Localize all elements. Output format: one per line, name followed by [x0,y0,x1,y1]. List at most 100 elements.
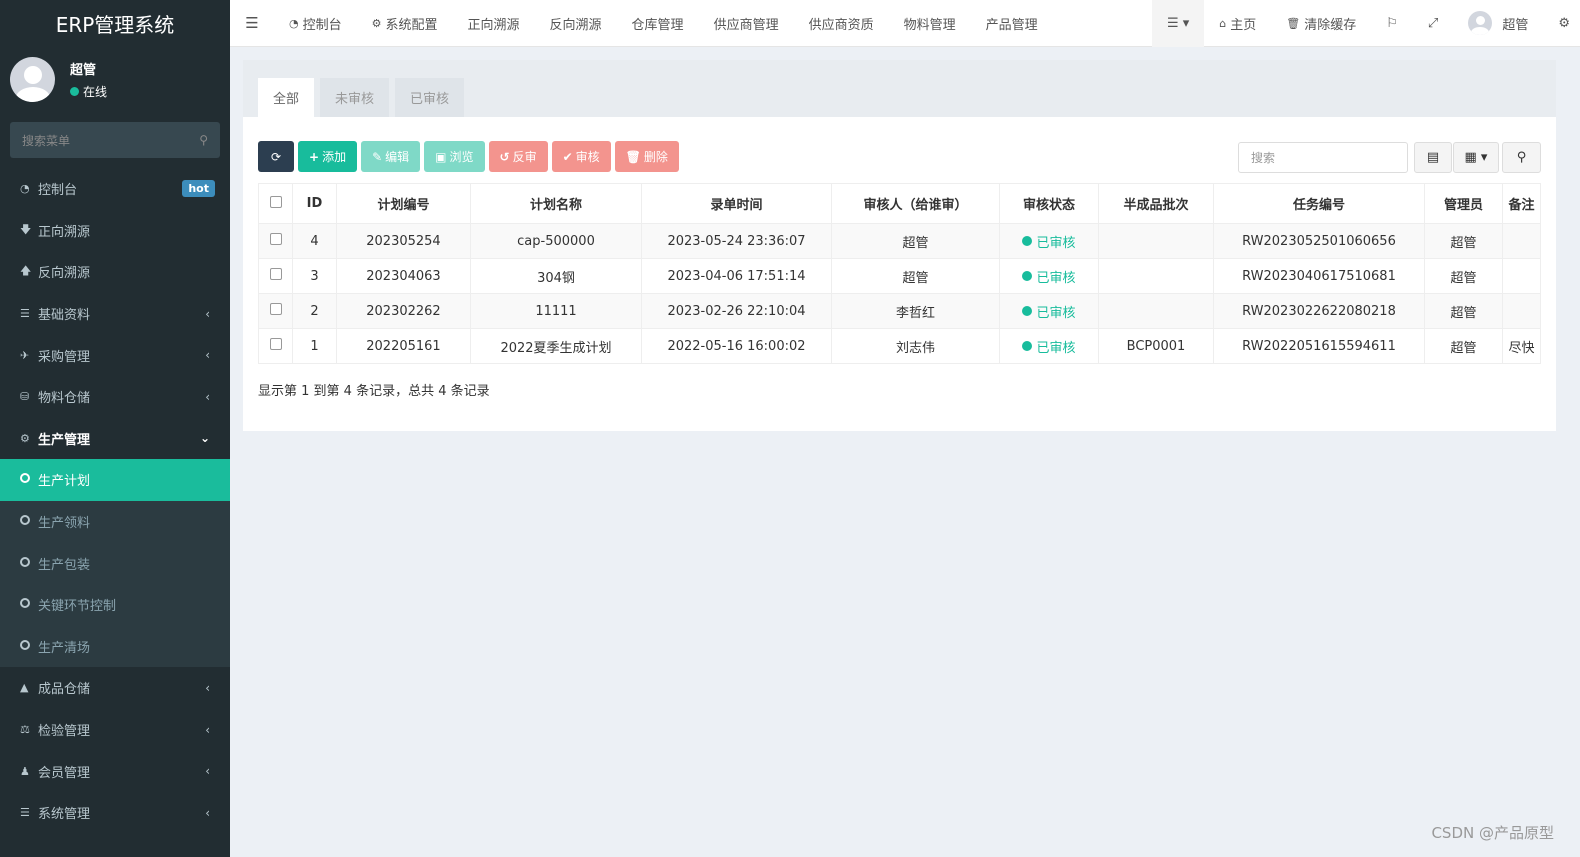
cell-plan-code: 202304063 [336,258,471,294]
sidebar-item-key-control[interactable]: 关键环节控制 [0,583,230,626]
col-audit-status[interactable]: 审核状态 [999,183,1099,224]
cell-entry-time: 2022-05-16 16:00:02 [641,328,832,364]
topnav-supplier-qualification[interactable]: 供应商资质 [794,14,889,33]
topnav-reverse-trace[interactable]: 反向溯源 [535,14,617,33]
sidebar-item-dashboard[interactable]: ◔ 控制台 hot [0,168,230,210]
tab-audited[interactable]: 已审核 [395,78,465,117]
gear-icon: ⚙ [371,16,382,30]
user-icon: ♟ [20,764,30,778]
delete-button[interactable]: 🗑 删除 [614,141,679,172]
col-plan-name[interactable]: 计划名称 [470,183,642,224]
sidebar-item-purchase[interactable]: ✈ 采购管理 ‹ [0,334,230,376]
user-panel: 超管 在线 [0,47,230,112]
content-panel: 全部 未审核 已审核 ⟳ + 添加 ✎ 编辑 ▣ 浏览 ↺ 反审 ✔ 审核 🗑 删除 搜索 … [243,60,1556,431]
sidebar-item-material-pick[interactable]: 生产领料 [0,500,230,543]
cell-entry-time: 2023-02-26 22:10:04 [641,293,832,329]
select-all-checkbox[interactable] [258,183,293,224]
columns-dropdown[interactable]: ▦ ▾ [1453,142,1499,173]
circle-icon [20,515,38,528]
cell-auditor: 超管 [831,258,1000,294]
col-batch[interactable]: 半成品批次 [1098,183,1214,224]
topnav-product[interactable]: 产品管理 [971,14,1053,33]
cell-id: 4 [292,223,337,259]
circle-icon [20,639,38,653]
sidebar-item-inspection[interactable]: ⚖ 检验管理 ‹ [0,709,230,751]
user-status: 在线 [70,83,107,100]
row-checkbox[interactable] [258,328,293,364]
sidebar-item-clearance[interactable]: 生产清场 [0,625,230,668]
menu-toggle-icon[interactable]: ☰ [230,14,274,32]
toolbar: ⟳ + 添加 ✎ 编辑 ▣ 浏览 ↺ 反审 ✔ 审核 🗑 删除 [258,141,683,172]
gears-icon: ⚙ [20,431,30,445]
sidebar-item-production-plan[interactable]: 生产计划 [0,459,230,501]
unaudit-button[interactable]: ↺ 反审 [488,141,548,172]
sidebar-search-input[interactable]: 搜索菜单 ⚲ [10,122,220,158]
edit-button[interactable]: ✎ 编辑 [361,141,421,172]
table-row[interactable]: 1 202205161 2022夏季生成计划 2022-05-16 16:00:… [258,328,1541,364]
sidebar-item-reverse-trace[interactable]: 🡅 反向溯源 [0,251,230,293]
table-row[interactable]: 2 202302262 11111 2023-02-26 22:10:04 李哲… [258,293,1541,329]
toggle-view-button[interactable]: ▤ [1414,142,1452,173]
sidebar-item-material-storage[interactable]: ⛁ 物料仓储 ‹ [0,376,230,418]
topnav-system-config[interactable]: ⚙ 系统配置 [357,14,453,33]
tab-all[interactable]: 全部 [258,78,315,117]
avatar [10,57,55,102]
browse-button[interactable]: ▣ 浏览 [424,141,485,172]
cell-audit-status: 已审核 [999,293,1099,329]
topnav-warehouse[interactable]: 仓库管理 [617,14,699,33]
cell-admin: 超管 [1424,258,1503,294]
col-id[interactable]: ID [292,183,337,224]
plane-icon: ✈ [20,348,30,362]
refresh-button[interactable]: ⟳ [258,141,294,172]
table-row[interactable]: 3 202304063 304钢 2023-04-06 17:51:14 超管 … [258,258,1541,294]
topnav-supplier[interactable]: 供应商管理 [699,14,794,33]
table-search-input[interactable]: 搜索 [1238,142,1408,173]
audit-button[interactable]: ✔ 审核 [551,141,611,172]
cell-task-code: RW2023022622080218 [1213,293,1425,329]
tab-unaudited[interactable]: 未审核 [320,78,390,117]
col-task-code[interactable]: 任务编号 [1213,183,1425,224]
row-checkbox[interactable] [258,293,293,329]
fullscreen-icon[interactable]: ⤢ [1413,0,1453,47]
language-icon[interactable]: ⚐ [1371,0,1413,47]
col-remark[interactable]: 备注 [1502,183,1541,224]
sidebar-item-forward-trace[interactable]: 🡇 正向溯源 [0,210,230,252]
col-auditor[interactable]: 审核人（给谁审） [831,183,1000,224]
trash-icon: 🗑 [1286,16,1301,30]
col-admin[interactable]: 管理员 [1424,183,1503,224]
settings-icon[interactable]: ⚙ [1543,0,1580,47]
home-link[interactable]: ⌂ 主页 [1204,0,1271,47]
circle-icon [20,473,38,486]
cell-remark [1502,223,1541,259]
search-button[interactable]: ⚲ [1502,142,1541,173]
row-checkbox[interactable] [258,223,293,259]
list-icon: ☰ ▾ [1166,15,1190,31]
sidebar-item-system[interactable]: ☰ 系统管理 ‹ [0,792,230,834]
col-plan-code[interactable]: 计划编号 [336,183,471,224]
sidebar-item-finished-storage[interactable]: ▲ 成品仓储 ‹ [0,667,230,709]
app-logo[interactable]: ERP管理系统 [0,0,230,47]
sidebar-item-members[interactable]: ♟ 会员管理 ‹ [0,750,230,792]
topnav-dashboard[interactable]: ◔ 控制台 [274,14,357,33]
topnav-material[interactable]: 物料管理 [889,14,971,33]
col-entry-time[interactable]: 录单时间 [641,183,832,224]
topnav-forward-trace[interactable]: 正向溯源 [453,14,535,33]
cell-admin: 超管 [1424,223,1503,259]
search-icon[interactable]: ⚲ [199,133,208,147]
sidebar-item-packaging[interactable]: 生产包装 [0,542,230,584]
sidebar-item-basic-data[interactable]: ☰ 基础资料 ‹ [0,293,230,335]
cell-id: 3 [292,258,337,294]
cell-plan-code: 202302262 [336,293,471,329]
list-icon: ☰ [20,806,30,820]
table-row[interactable]: 4 202305254 cap-500000 2023-05-24 23:36:… [258,223,1541,259]
user-menu[interactable]: 超管 [1453,0,1543,47]
clear-cache-button[interactable]: 🗑 清除缓存 [1271,0,1371,47]
arrow-down-icon: 🡇 [20,222,32,236]
watermark: CSDN @产品原型 [1431,824,1554,842]
add-button[interactable]: + 添加 [298,141,358,172]
dashboard-icon: ◔ [20,182,30,196]
sidebar-item-production[interactable]: ⚙ 生产管理 ⌄ [0,418,230,460]
row-checkbox[interactable] [258,258,293,294]
cell-batch: BCP0001 [1098,328,1214,364]
nav-menu-dropdown[interactable]: ☰ ▾ [1151,0,1205,47]
